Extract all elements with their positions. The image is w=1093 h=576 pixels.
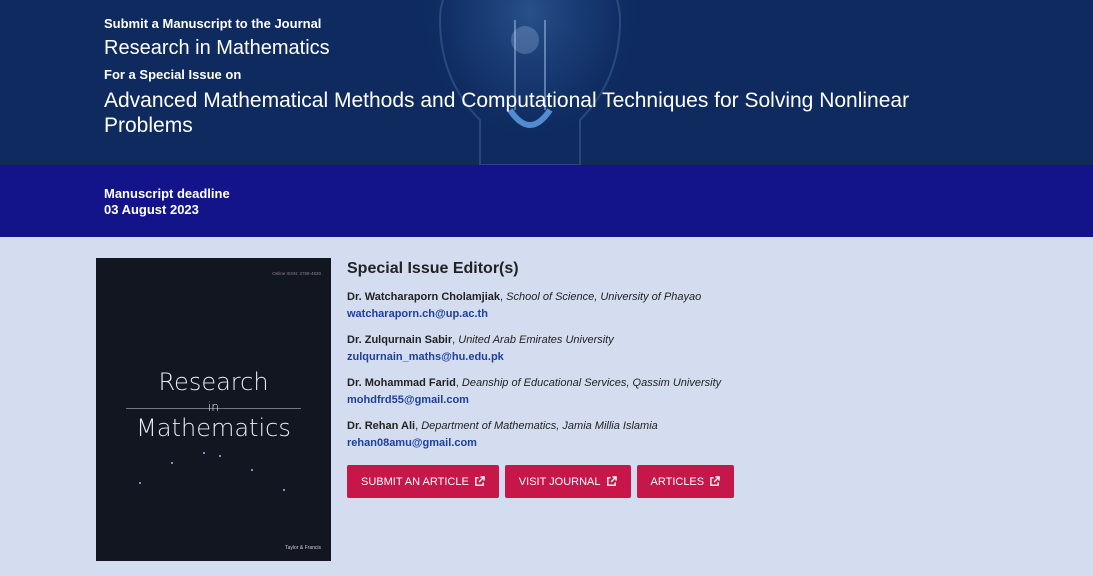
editor-name: Dr. Watcharaporn Cholamjiak	[347, 291, 501, 303]
editor-line: Dr. Mohammad Farid, Deanship of Educatio…	[347, 377, 722, 389]
editors-heading: Special Issue Editor(s)	[347, 260, 519, 277]
cover-title-line3: Mathematics	[136, 414, 291, 442]
main-content: Online ISSN: 2768-4830 Research in Mathe…	[0, 237, 1093, 576]
articles-label: ARTICLES	[650, 475, 705, 488]
editor-name: Dr. Mohammad Farid	[347, 377, 456, 389]
external-link-icon	[710, 476, 720, 486]
special-issue-title: Advanced Mathematical Methods and Comput…	[104, 89, 910, 137]
editor-name: Dr. Rehan Ali	[347, 420, 416, 432]
editor-item: Dr. Rehan Ali, Department of Mathematics…	[347, 419, 1047, 451]
editor-affiliation: Deanship of Educational Services, Qassim…	[461, 377, 722, 389]
cover-title-line1: Research	[158, 368, 269, 396]
editor-line: Dr. Watcharaporn Cholamjiak, School of S…	[347, 291, 702, 303]
deadline-date: 03 August 2023	[104, 202, 199, 217]
cover-publisher-logo: Taylor & Francis	[285, 545, 321, 551]
editor-item: Dr. Zulqurnain Sabir, United Arab Emirat…	[347, 333, 1047, 365]
hero-banner: Submit a Manuscript to the Journal Resea…	[0, 0, 1093, 165]
visit-journal-label: VISIT JOURNAL	[518, 475, 601, 488]
hero-content: Submit a Manuscript to the Journal Resea…	[104, 16, 1004, 138]
cover-issn: Online ISSN: 2768-4830	[272, 271, 321, 276]
editor-item: Dr. Watcharaporn Cholamjiak, School of S…	[347, 290, 1047, 322]
deadline-label: Manuscript deadline	[104, 186, 230, 201]
external-link-icon	[606, 476, 617, 486]
editor-name: Dr. Zulqurnain Sabir	[347, 334, 453, 346]
deadline-bar: Manuscript deadline 03 August 2023	[0, 165, 1093, 237]
editor-email-link[interactable]: rehan08amu@gmail.com	[347, 436, 477, 451]
special-issue-editors: Special Issue Editor(s) Dr. Watcharaporn…	[347, 259, 1047, 462]
external-link-icon	[474, 476, 485, 486]
visit-journal-button[interactable]: VISIT JOURNAL	[504, 465, 631, 498]
editor-affiliation: School of Science, University of Phayao	[506, 291, 702, 303]
editor-email-link[interactable]: zulqurnain_maths@hu.edu.pk	[347, 350, 504, 365]
editor-affiliation: United Arab Emirates University	[458, 334, 614, 346]
action-buttons: SUBMIT AN ARTICLE VISIT JOURNAL ARTICLES	[347, 465, 735, 498]
editor-email-link[interactable]: mohdfrd55@gmail.com	[347, 393, 469, 408]
editor-line: Dr. Rehan Ali, Department of Mathematics…	[347, 420, 658, 432]
journal-name: Research in Mathematics	[104, 37, 330, 59]
submit-article-label: SUBMIT AN ARTICLE	[361, 475, 469, 488]
editor-email-link[interactable]: watcharaporn.ch@up.ac.th	[347, 307, 488, 322]
cover-title-line2: in	[208, 400, 219, 414]
editor-item: Dr. Mohammad Farid, Deanship of Educatio…	[347, 376, 1047, 408]
submit-article-button[interactable]: SUBMIT AN ARTICLE	[347, 465, 499, 498]
editor-line: Dr. Zulqurnain Sabir, United Arab Emirat…	[347, 334, 614, 346]
editor-affiliation: Department of Mathematics, Jamia Millia …	[421, 420, 658, 432]
journal-cover-image: Online ISSN: 2768-4830 Research in Mathe…	[96, 258, 331, 561]
articles-button[interactable]: ARTICLES	[636, 465, 735, 498]
hero-kicker: Submit a Manuscript to the Journal	[104, 16, 322, 31]
hero-kicker-special-issue: For a Special Issue on	[104, 67, 242, 82]
